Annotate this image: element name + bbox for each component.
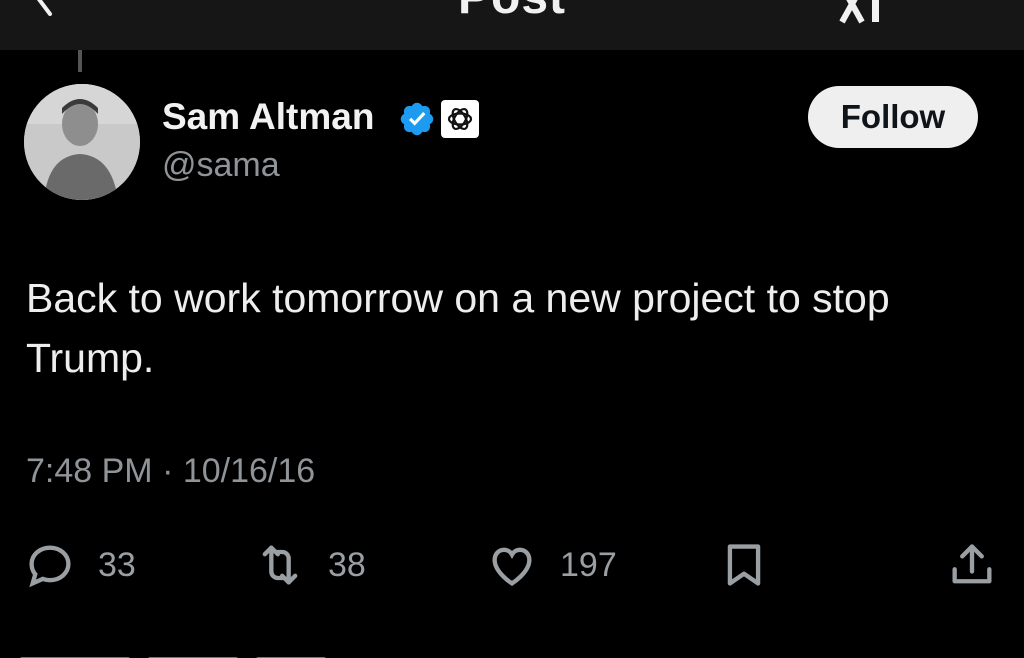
next-section-preview: [20, 648, 360, 658]
reply-count: 33: [98, 545, 136, 584]
tweet-timestamp[interactable]: 7:48 PM · 10/16/16: [26, 452, 315, 491]
verified-badge-icon[interactable]: [398, 100, 436, 138]
like-button[interactable]: 197: [486, 538, 617, 592]
follow-button[interactable]: Follow: [808, 86, 978, 148]
reply-icon: [29, 545, 71, 588]
retweet-button[interactable]: 38: [254, 538, 366, 592]
openai-logo-icon: [447, 107, 473, 131]
grok-icon[interactable]: [836, 0, 896, 26]
retweet-count: 38: [328, 545, 366, 584]
like-count: 197: [560, 545, 617, 584]
reply-button[interactable]: 33: [24, 538, 136, 592]
affiliate-badge[interactable]: [441, 100, 479, 138]
share-button[interactable]: [946, 538, 998, 592]
author-display-name[interactable]: Sam Altman: [162, 96, 374, 138]
top-navigation-bar: Post: [0, 0, 1024, 50]
bookmark-icon: [727, 544, 761, 586]
author-handle[interactable]: @sama: [162, 146, 280, 185]
share-icon: [952, 544, 992, 584]
thread-connector-line: [78, 50, 82, 72]
avatar[interactable]: [24, 84, 140, 200]
heart-icon: [492, 547, 532, 586]
bookmark-button[interactable]: [718, 538, 770, 592]
tweet-text: Back to work tomorrow on a new project t…: [26, 275, 890, 381]
retweet-icon: [262, 545, 298, 585]
avatar-photo: [24, 84, 140, 200]
